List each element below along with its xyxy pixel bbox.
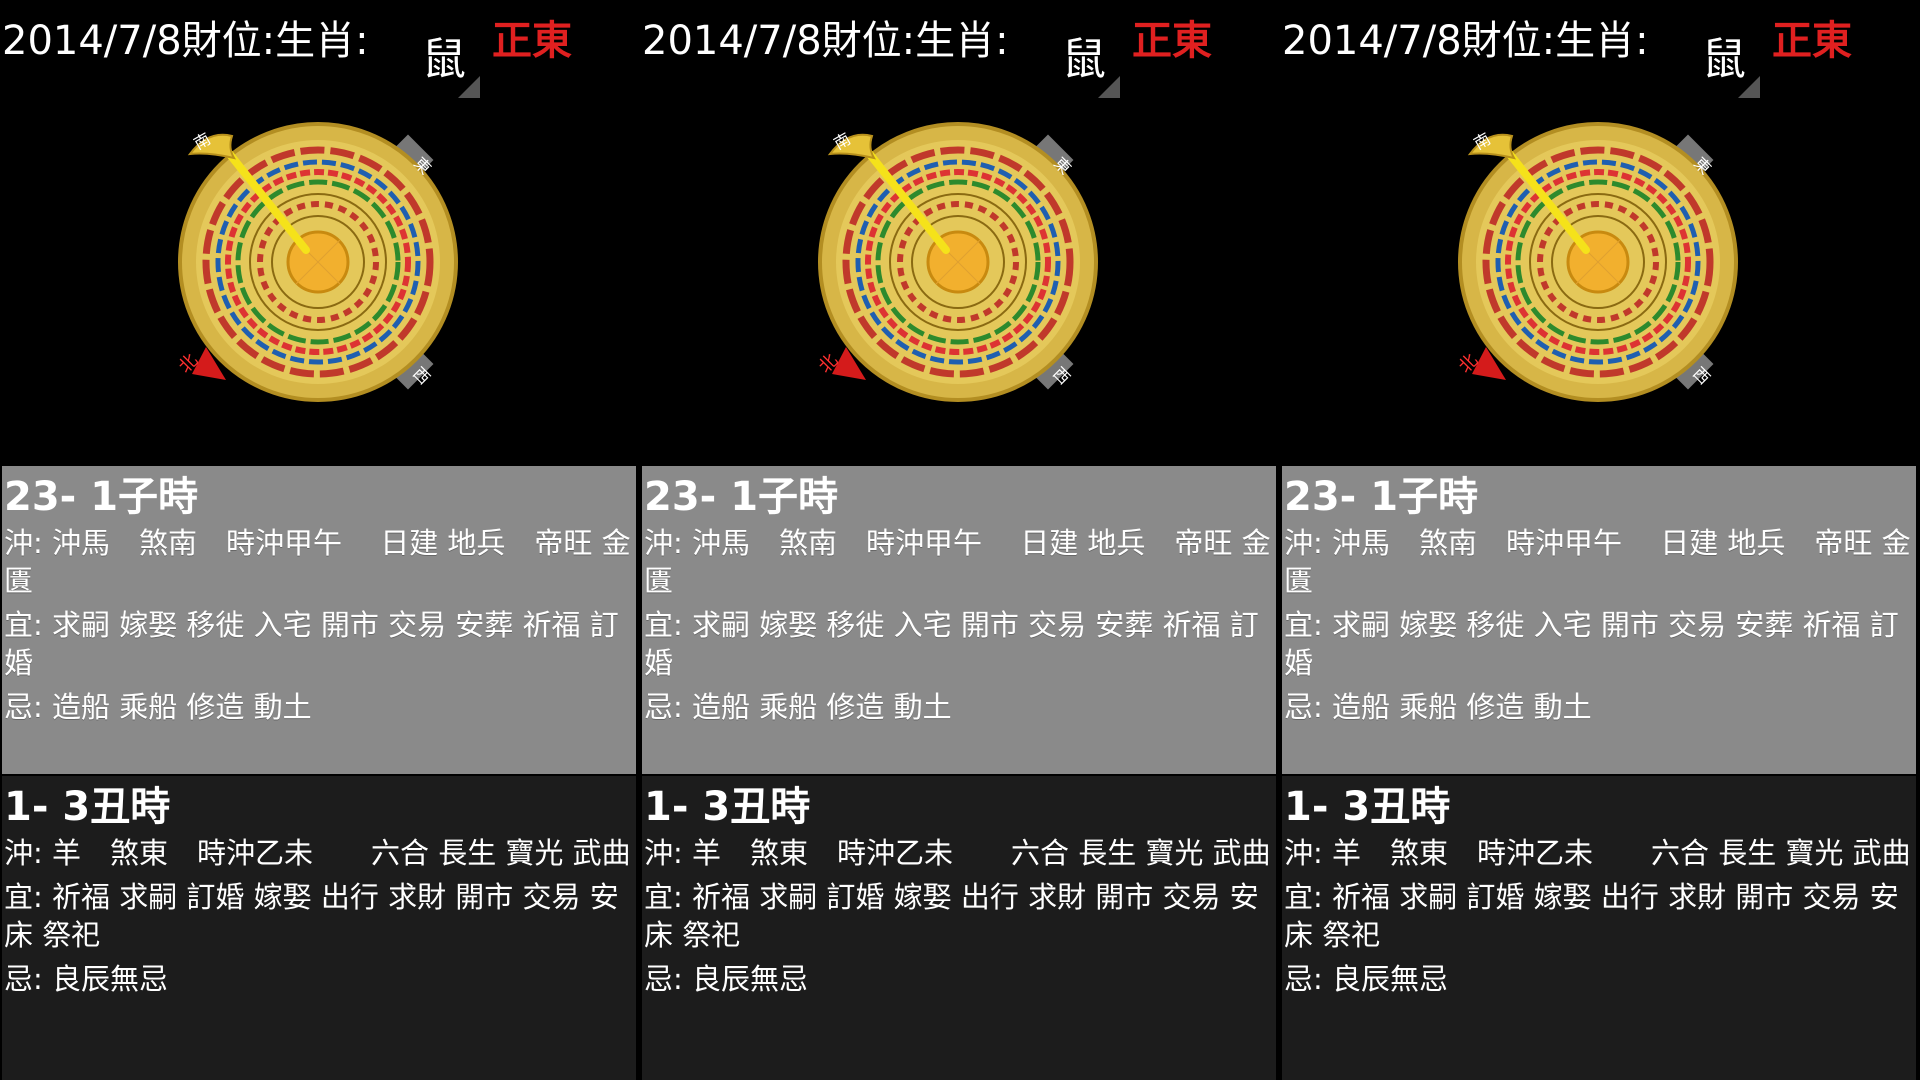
- slot-yi: 宜: 祈福 求嗣 訂婚 嫁娶 出行 求財 開市 交易 安床 祭祀: [1284, 880, 1899, 952]
- slot-ji: 忌: 造船 乘船 修造 動土: [644, 690, 952, 724]
- slot-yi: 宜: 祈福 求嗣 訂婚 嫁娶 出行 求財 開市 交易 安床 祭祀: [4, 880, 619, 952]
- luopan-compass[interactable]: 南 東 北 西: [1448, 112, 1748, 412]
- slot-chong: 沖: 沖馬 煞南 時沖甲午 日建 地兵 帝旺 金匱: [644, 526, 1271, 598]
- slot-chong: 沖: 羊 煞東 時沖乙未 六合 長生 寶光 武曲: [644, 836, 1271, 870]
- slot-chong: 沖: 羊 煞東 時沖乙未 六合 長生 寶光 武曲: [1284, 836, 1911, 870]
- dropdown-corner-icon: [1738, 76, 1760, 98]
- slot-yi: 宜: 祈福 求嗣 訂婚 嫁娶 出行 求財 開市 交易 安床 祭祀: [644, 880, 1259, 952]
- slot-ji: 忌: 造船 乘船 修造 動土: [4, 690, 312, 724]
- slot-yi: 宜: 求嗣 嫁娶 移徙 入宅 開市 交易 安葬 祈福 訂婚: [1284, 608, 1899, 680]
- time-slot-zi[interactable]: 23- 1子時 沖: 沖馬 煞南 時沖甲午 日建 地兵 帝旺 金匱 宜: 求嗣 …: [2, 466, 636, 774]
- panel-1: 2014/7/8財位:生肖: 鼠 正東 南 東 北 西 23- 1子時 沖: 沖…: [0, 0, 638, 1080]
- slot-title: 1- 3丑時: [644, 784, 811, 830]
- slot-chong: 沖: 沖馬 煞南 時沖甲午 日建 地兵 帝旺 金匱: [4, 526, 631, 598]
- wealth-direction: 正東: [1132, 18, 1212, 64]
- slot-title: 23- 1子時: [4, 474, 199, 520]
- time-slot-zi[interactable]: 23- 1子時 沖: 沖馬 煞南 時沖甲午 日建 地兵 帝旺 金匱 宜: 求嗣 …: [642, 466, 1276, 774]
- luopan-compass[interactable]: 南 東 北 西: [168, 112, 468, 412]
- zodiac-selector[interactable]: 鼠: [1688, 28, 1760, 98]
- slot-ji: 忌: 良辰無忌: [1284, 962, 1448, 996]
- zodiac-selector[interactable]: 鼠: [1048, 28, 1120, 98]
- header: 2014/7/8財位:生肖: 鼠 正東: [1282, 6, 1912, 98]
- slot-title: 23- 1子時: [1284, 474, 1479, 520]
- zodiac-selector[interactable]: 鼠: [408, 28, 480, 98]
- slot-title: 1- 3丑時: [4, 784, 171, 830]
- compass-graphic: 南 東 北 西: [1455, 122, 1738, 402]
- slot-yi: 宜: 求嗣 嫁娶 移徙 入宅 開市 交易 安葬 祈福 訂婚: [4, 608, 619, 680]
- date-label: 2014/7/8財位:生肖:: [2, 18, 369, 64]
- time-slot-zi[interactable]: 23- 1子時 沖: 沖馬 煞南 時沖甲午 日建 地兵 帝旺 金匱 宜: 求嗣 …: [1282, 466, 1916, 774]
- slot-chong: 沖: 羊 煞東 時沖乙未 六合 長生 寶光 武曲: [4, 836, 631, 870]
- date-label: 2014/7/8財位:生肖:: [642, 18, 1009, 64]
- slot-title: 1- 3丑時: [1284, 784, 1451, 830]
- date-label: 2014/7/8財位:生肖:: [1282, 18, 1649, 64]
- wealth-direction: 正東: [1772, 18, 1852, 64]
- slot-ji: 忌: 良辰無忌: [644, 962, 808, 996]
- dropdown-corner-icon: [1098, 76, 1120, 98]
- compass-graphic: 南 東 北 西: [175, 122, 458, 402]
- time-slot-chou[interactable]: 1- 3丑時 沖: 羊 煞東 時沖乙未 六合 長生 寶光 武曲 宜: 祈福 求嗣…: [642, 776, 1276, 1080]
- time-slot-chou[interactable]: 1- 3丑時 沖: 羊 煞東 時沖乙未 六合 長生 寶光 武曲 宜: 祈福 求嗣…: [2, 776, 636, 1080]
- panel-3: 2014/7/8財位:生肖: 鼠 正東 南 東 北 西 23- 1子時 沖: 沖…: [1280, 0, 1918, 1080]
- header: 2014/7/8財位:生肖: 鼠 正東: [2, 6, 632, 98]
- slot-ji: 忌: 造船 乘船 修造 動土: [1284, 690, 1592, 724]
- slot-title: 23- 1子時: [644, 474, 839, 520]
- dropdown-corner-icon: [458, 76, 480, 98]
- header: 2014/7/8財位:生肖: 鼠 正東: [642, 6, 1272, 98]
- panel-2: 2014/7/8財位:生肖: 鼠 正東 南 東 北 西 23- 1子時 沖: 沖…: [640, 0, 1278, 1080]
- wealth-direction: 正東: [492, 18, 572, 64]
- compass-graphic: 南 東 北 西: [815, 122, 1098, 402]
- luopan-compass[interactable]: 南 東 北 西: [808, 112, 1108, 412]
- slot-chong: 沖: 沖馬 煞南 時沖甲午 日建 地兵 帝旺 金匱: [1284, 526, 1911, 598]
- slot-ji: 忌: 良辰無忌: [4, 962, 168, 996]
- slot-yi: 宜: 求嗣 嫁娶 移徙 入宅 開市 交易 安葬 祈福 訂婚: [644, 608, 1259, 680]
- app-screen: 2014/7/8財位:生肖: 鼠 正東 南 東 北 西 23- 1子時 沖: 沖…: [0, 0, 1920, 1080]
- time-slot-chou[interactable]: 1- 3丑時 沖: 羊 煞東 時沖乙未 六合 長生 寶光 武曲 宜: 祈福 求嗣…: [1282, 776, 1916, 1080]
